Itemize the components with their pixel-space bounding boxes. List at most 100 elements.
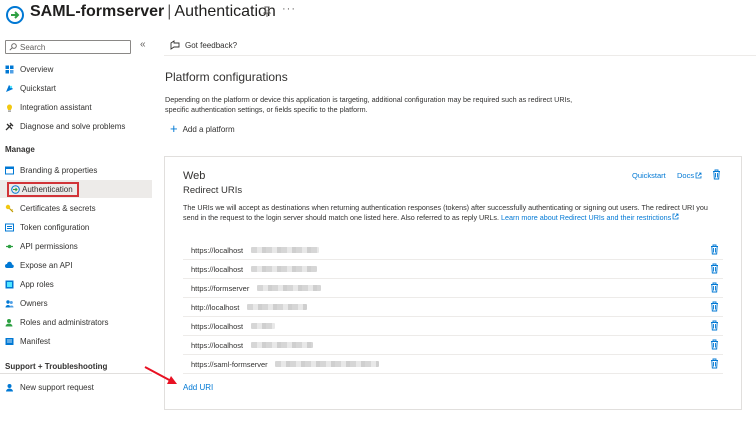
feedback-button[interactable]: Got feedback? [170, 40, 237, 50]
redacted-text [251, 342, 313, 348]
learn-more-label: Learn more about Redirect URIs and their… [501, 213, 672, 222]
app-name: SAML-formserver [30, 3, 165, 20]
docs-link[interactable]: Docs [677, 171, 702, 180]
app-roles-icon [5, 280, 14, 288]
redirect-uri-input[interactable] [191, 282, 491, 294]
sidebar-item-label: Branding & properties [20, 165, 98, 175]
docs-label: Docs [677, 171, 695, 180]
add-platform-button[interactable]: + Add a platform [170, 121, 235, 136]
sidebar-item-label: Authentication [22, 184, 73, 194]
sidebar-item-quickstart[interactable]: Quickstart [0, 79, 152, 97]
search-box[interactable] [5, 40, 131, 54]
sidebar-item-diagnose[interactable]: Diagnose and solve problems [0, 117, 152, 135]
sidebar-item-owners[interactable]: Owners [0, 294, 152, 312]
more-options-icon[interactable]: ··· [282, 3, 296, 15]
trash-icon [711, 282, 718, 293]
sidebar-item-overview[interactable]: Overview [0, 60, 152, 78]
page-title: SAML-formserver | Authentication [30, 3, 276, 21]
api-permissions-icon [6, 244, 13, 248]
diagnose-icon [5, 122, 14, 130]
redirect-uri-input[interactable] [191, 244, 491, 256]
delete-uri-button[interactable] [710, 339, 719, 350]
sidebar-item-token-configuration[interactable]: Token configuration [0, 218, 152, 236]
trash-icon [711, 244, 718, 255]
sidebar-item-label: Owners [20, 298, 48, 308]
sidebar-item-label: Overview [20, 64, 54, 74]
delete-platform-button[interactable] [712, 169, 721, 180]
sidebar-item-label: Roles and administrators [20, 317, 109, 327]
redirect-uri-input[interactable] [191, 263, 491, 275]
sidebar-item-label: Certificates & secrets [20, 203, 96, 213]
sidebar-item-app-roles[interactable]: App roles [0, 275, 152, 293]
learn-more-link[interactable]: Learn more about Redirect URIs and their… [501, 213, 679, 222]
delete-uri-button[interactable] [710, 301, 719, 312]
section-description: Depending on the platform or device this… [165, 95, 573, 114]
sidebar-item-label: Token configuration [20, 222, 90, 232]
owners-icon [5, 299, 14, 307]
collapse-sidebar-icon[interactable]: « [140, 39, 146, 50]
add-platform-label: Add a platform [182, 124, 235, 134]
feedback-label: Got feedback? [185, 40, 238, 50]
trash-icon [711, 320, 718, 331]
overview-icon [5, 65, 14, 73]
redirect-uri-input[interactable] [191, 320, 491, 332]
sidebar-item-label: Integration assistant [20, 102, 92, 112]
authentication-icon [11, 184, 20, 194]
manifest-icon [5, 337, 14, 345]
roles-icon [5, 318, 13, 326]
delete-uri-button[interactable] [710, 320, 719, 331]
key-icon [5, 204, 14, 212]
sidebar-item-branding[interactable]: Branding & properties [0, 161, 152, 179]
delete-uri-button[interactable] [710, 358, 719, 369]
redacted-text [247, 304, 307, 310]
delete-uri-button[interactable] [710, 282, 719, 293]
quickstart-icon [6, 84, 13, 92]
highlight-box: Authentication [7, 181, 79, 197]
trash-icon [711, 263, 718, 274]
sidebar-item-label: Diagnose and solve problems [20, 121, 126, 131]
redacted-text [251, 323, 275, 329]
feedback-icon [170, 40, 180, 50]
redirect-uri-row [183, 241, 723, 260]
add-uri-link[interactable]: Add URI [183, 383, 213, 392]
quickstart-link[interactable]: Quickstart [632, 171, 666, 180]
search-icon [9, 43, 17, 51]
sidebar-item-label: Manifest [20, 336, 51, 346]
branding-icon [5, 166, 14, 174]
search-input[interactable] [20, 42, 120, 52]
redirect-uri-row [183, 298, 723, 317]
sidebar-item-api-permissions[interactable]: API permissions [0, 237, 152, 255]
pin-icon[interactable] [262, 6, 272, 18]
trash-icon [711, 358, 718, 369]
section-title: Platform configurations [165, 70, 288, 84]
sidebar-item-integration-assistant[interactable]: Integration assistant [0, 98, 152, 116]
card-subtitle: Redirect URIs [183, 185, 243, 196]
redacted-text [257, 285, 321, 291]
redacted-text [251, 247, 319, 253]
sidebar-item-certificates[interactable]: Certificates & secrets [0, 199, 152, 217]
delete-uri-button[interactable] [710, 263, 719, 274]
plus-icon: + [170, 121, 178, 136]
card-title: Web [183, 170, 206, 182]
redirect-uri-row [183, 336, 723, 355]
sidebar-item-roles-admins[interactable]: Roles and administrators [0, 313, 152, 331]
delete-uri-button[interactable] [710, 244, 719, 255]
sidebar-item-label: New support request [20, 382, 94, 392]
sidebar-item-manifest[interactable]: Manifest [0, 332, 152, 350]
redirect-uri-row [183, 279, 723, 298]
trash-icon [711, 301, 718, 312]
redirect-uri-row [183, 317, 723, 336]
redacted-text [251, 266, 317, 272]
redirect-uri-input[interactable] [191, 301, 491, 313]
sidebar-item-authentication[interactable]: Authentication [0, 180, 152, 198]
app-registration-icon [6, 6, 24, 24]
sidebar-item-new-support-request[interactable]: New support request [0, 378, 152, 396]
sidebar-item-expose-api[interactable]: Expose an API [0, 256, 152, 274]
token-icon [5, 223, 14, 231]
cloud-icon [5, 261, 14, 268]
support-icon [6, 383, 13, 391]
command-bar: Got feedback? [164, 36, 756, 56]
integration-assistant-icon [7, 104, 12, 112]
redirect-uri-input[interactable] [191, 339, 491, 351]
redirect-uri-row [183, 260, 723, 279]
